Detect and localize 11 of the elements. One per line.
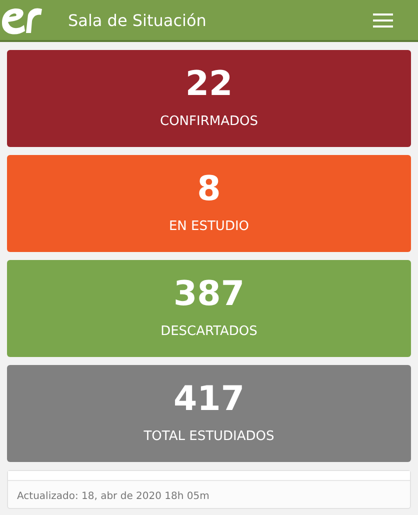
updated-text: Actualizado: 18, abr de 2020 18h 05m <box>17 491 210 502</box>
stat-value: 387 <box>174 274 244 314</box>
stat-label: EN ESTUDIO <box>168 219 250 234</box>
stat-value: 8 <box>197 169 221 209</box>
stat-label: DESCARTADOS <box>160 324 258 339</box>
menu-icon[interactable] <box>373 12 393 28</box>
stat-value: 22 <box>185 64 233 104</box>
stat-label: TOTAL ESTUDIADOS <box>144 429 274 444</box>
stat-label: CONFIRMADOS <box>160 114 258 129</box>
stat-value: 417 <box>174 379 244 419</box>
app-title: Sala de Situación <box>68 10 208 30</box>
